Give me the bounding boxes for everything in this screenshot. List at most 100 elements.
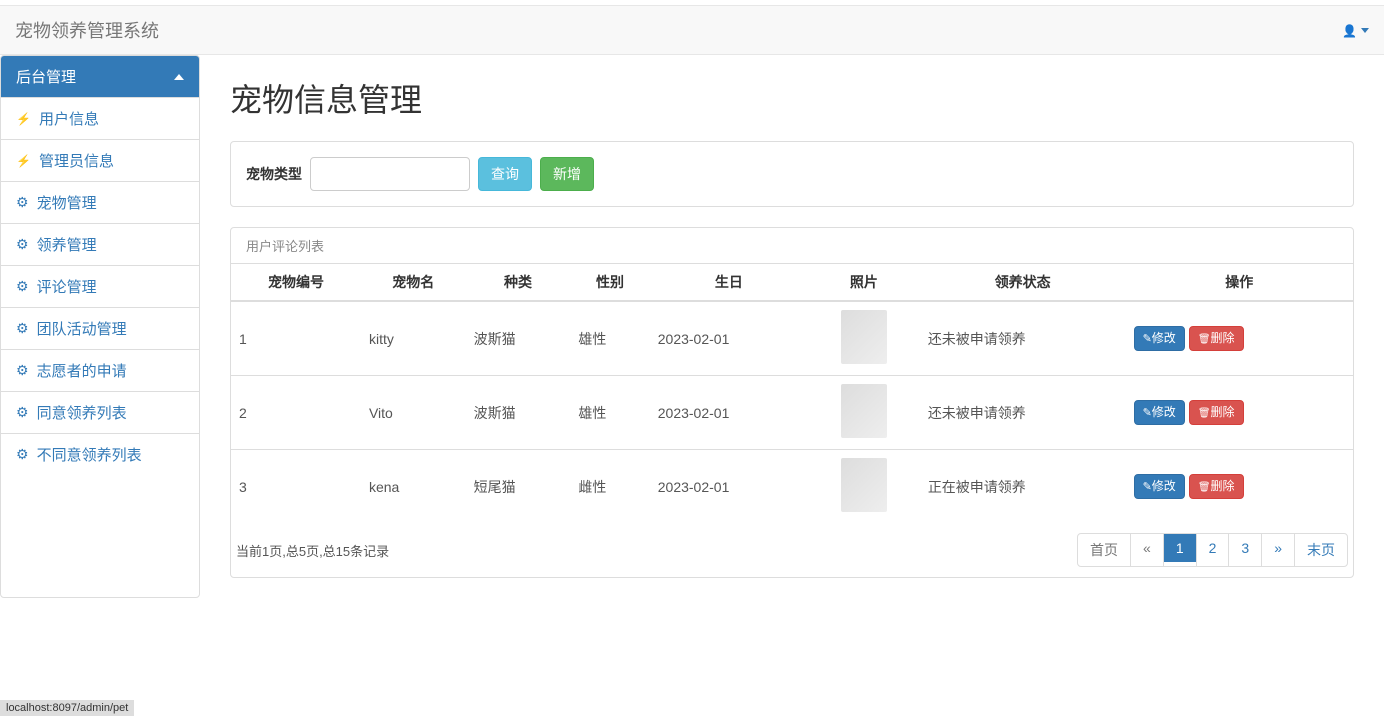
page-info: 当前1页,总5页,总15条记录 <box>236 541 389 560</box>
status-bar: localhost:8097/admin/pet <box>0 700 134 716</box>
page-title: 宠物信息管理 <box>230 75 1354 121</box>
user-icon <box>1342 22 1357 38</box>
page-next[interactable]: » <box>1262 534 1294 562</box>
bolt-icon <box>16 110 31 127</box>
bolt-icon <box>16 152 31 169</box>
list-panel-title: 用户评论列表 <box>231 228 1353 263</box>
table-header: 性别 <box>570 264 649 302</box>
page-last[interactable]: 末页 <box>1295 534 1347 566</box>
table-header: 生日 <box>650 264 808 302</box>
table-cell: 波斯猫 <box>466 376 571 450</box>
table-cell: 雌性 <box>570 450 649 524</box>
photo-cell <box>808 376 920 450</box>
filter-panel: 宠物类型 查询 新增 <box>230 141 1354 207</box>
pencil-icon <box>1143 479 1152 493</box>
table-cell: 2 <box>231 376 361 450</box>
sidebar: 后台管理 用户信息管理员信息宠物管理领养管理评论管理团队活动管理志愿者的申请同意… <box>0 55 200 598</box>
sidebar-item-1[interactable]: 管理员信息 <box>1 139 199 181</box>
ops-cell: 修改删除 <box>1126 301 1353 376</box>
ops-cell: 修改删除 <box>1126 376 1353 450</box>
table-cell: 2023-02-01 <box>650 301 808 376</box>
table-cell: 1 <box>231 301 361 376</box>
sidebar-header[interactable]: 后台管理 <box>1 56 199 97</box>
filter-input[interactable] <box>310 157 470 191</box>
navbar-brand[interactable]: 宠物领养管理系统 <box>15 17 159 43</box>
photo-cell <box>808 301 920 376</box>
sitemap-icon <box>16 236 29 253</box>
navbar-user-menu[interactable] <box>1342 22 1369 38</box>
page-prev: « <box>1131 534 1163 562</box>
page-2[interactable]: 2 <box>1197 534 1229 562</box>
pet-photo <box>841 310 887 364</box>
sidebar-item-3[interactable]: 领养管理 <box>1 223 199 265</box>
sitemap-icon <box>16 404 29 421</box>
navbar: 宠物领养管理系统 <box>0 5 1384 55</box>
sidebar-item-label: 用户信息 <box>39 108 99 129</box>
sidebar-item-label: 不同意领养列表 <box>37 444 142 465</box>
edit-button[interactable]: 修改 <box>1134 400 1185 426</box>
trash-icon <box>1198 331 1211 345</box>
table-header: 宠物名 <box>361 264 466 302</box>
table-cell: kitty <box>361 301 466 376</box>
sidebar-item-2[interactable]: 宠物管理 <box>1 181 199 223</box>
pencil-icon <box>1143 405 1152 419</box>
chevron-up-icon <box>174 74 184 80</box>
table-header: 领养状态 <box>920 264 1126 302</box>
table-cell: 雄性 <box>570 301 649 376</box>
sitemap-icon <box>16 362 29 379</box>
table-row: 1kitty波斯猫雄性2023-02-01 还未被申请领养修改删除 <box>231 301 1353 376</box>
table-row: 3kena短尾猫雌性2023-02-01正在被申请领养修改删除 <box>231 450 1353 524</box>
table-cell: 雄性 <box>570 376 649 450</box>
sitemap-icon <box>16 278 29 295</box>
sidebar-item-4[interactable]: 评论管理 <box>1 265 199 307</box>
list-panel: 用户评论列表 宠物编号宠物名种类性别生日照片领养状态操作 1kitty波斯猫雄性… <box>230 227 1354 578</box>
pet-photo <box>841 458 887 512</box>
sidebar-item-6[interactable]: 志愿者的申请 <box>1 349 199 391</box>
table-cell: 2023-02-01 <box>650 376 808 450</box>
table-cell: 3 <box>231 450 361 524</box>
sidebar-item-label: 志愿者的申请 <box>37 360 127 381</box>
delete-button[interactable]: 删除 <box>1189 474 1244 500</box>
delete-button[interactable]: 删除 <box>1189 400 1244 426</box>
sitemap-icon <box>16 320 29 337</box>
sidebar-item-label: 同意领养列表 <box>37 402 127 423</box>
filter-label: 宠物类型 <box>246 164 302 184</box>
ops-cell: 修改删除 <box>1126 450 1353 524</box>
table-cell: 短尾猫 <box>466 450 571 524</box>
sidebar-item-0[interactable]: 用户信息 <box>1 97 199 139</box>
status-cell: 还未被申请领养 <box>920 376 1126 450</box>
add-button[interactable]: 新增 <box>540 157 594 191</box>
sitemap-icon <box>16 194 29 211</box>
edit-button[interactable]: 修改 <box>1134 326 1185 352</box>
trash-icon <box>1198 405 1211 419</box>
sidebar-item-7[interactable]: 同意领养列表 <box>1 391 199 433</box>
sidebar-item-8[interactable]: 不同意领养列表 <box>1 433 199 475</box>
main-content: 宠物信息管理 宠物类型 查询 新增 用户评论列表 宠物编号宠物名种类性别生日照片… <box>200 55 1384 598</box>
table-row: 2Vito波斯猫雄性2023-02-01 还未被申请领养修改删除 <box>231 376 1353 450</box>
page-3[interactable]: 3 <box>1229 534 1261 562</box>
status-cell: 正在被申请领养 <box>920 450 1126 524</box>
table-cell: 波斯猫 <box>466 301 571 376</box>
pencil-icon <box>1143 331 1152 345</box>
sidebar-item-label: 宠物管理 <box>37 192 97 213</box>
trash-icon <box>1198 479 1211 493</box>
edit-button[interactable]: 修改 <box>1134 474 1185 500</box>
sidebar-item-label: 领养管理 <box>37 234 97 255</box>
search-button[interactable]: 查询 <box>478 157 532 191</box>
sitemap-icon <box>16 446 29 463</box>
delete-button[interactable]: 删除 <box>1189 326 1244 352</box>
sidebar-item-label: 管理员信息 <box>39 150 114 171</box>
page-first: 首页 <box>1078 534 1130 566</box>
table-cell: Vito <box>361 376 466 450</box>
status-cell: 还未被申请领养 <box>920 301 1126 376</box>
pet-photo <box>841 384 887 438</box>
photo-cell <box>808 450 920 524</box>
table-header: 宠物编号 <box>231 264 361 302</box>
page-1[interactable]: 1 <box>1164 534 1196 562</box>
pet-table: 宠物编号宠物名种类性别生日照片领养状态操作 1kitty波斯猫雄性2023-02… <box>231 263 1353 523</box>
caret-down-icon <box>1361 28 1369 33</box>
table-header: 照片 <box>808 264 920 302</box>
sidebar-header-label: 后台管理 <box>16 66 76 87</box>
table-header: 种类 <box>466 264 571 302</box>
sidebar-item-5[interactable]: 团队活动管理 <box>1 307 199 349</box>
